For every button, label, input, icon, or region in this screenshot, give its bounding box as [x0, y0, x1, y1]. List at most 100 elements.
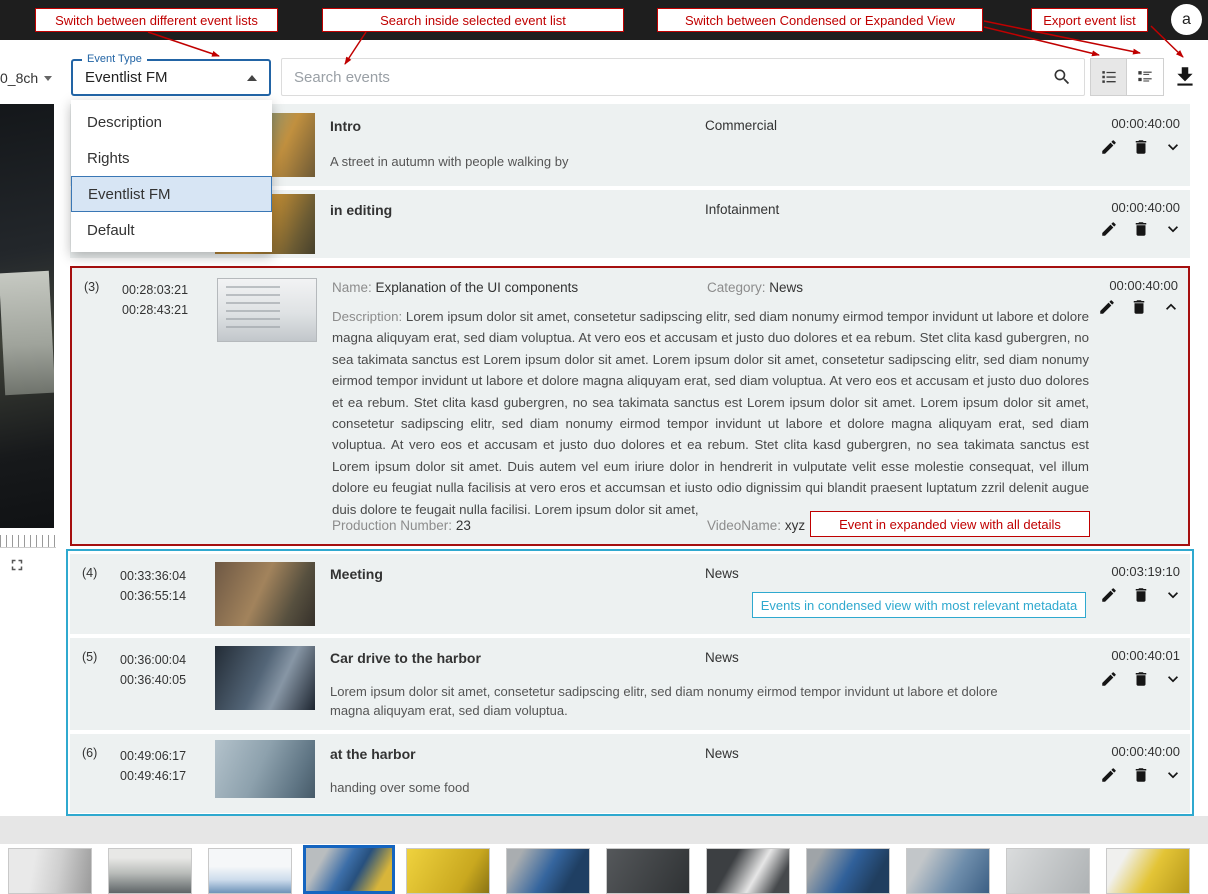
event-duration: 00:00:40:00: [1111, 200, 1180, 215]
video-name-label: VideoName:: [707, 518, 781, 533]
edit-event-button[interactable]: [1098, 668, 1120, 690]
event-timecodes: 00:33:36:04 00:36:55:14: [120, 566, 186, 606]
delete-event-button[interactable]: [1130, 764, 1152, 786]
annotation-condensed-view: Events in condensed view with most relev…: [752, 592, 1086, 618]
edit-event-button[interactable]: [1098, 136, 1120, 158]
event-title: Intro: [330, 118, 361, 134]
event-thumbnail: [215, 646, 315, 710]
timecode-in: 00:28:03:21: [122, 280, 188, 300]
delete-event-button[interactable]: [1130, 668, 1152, 690]
edit-event-button[interactable]: [1098, 584, 1120, 606]
user-avatar[interactable]: a: [1171, 4, 1202, 35]
timecode-in: 00:36:00:04: [120, 650, 186, 670]
filmstrip-thumbnail[interactable]: [1006, 848, 1090, 894]
expand-event-button[interactable]: [1162, 218, 1184, 240]
search-input[interactable]: [294, 60, 1034, 94]
chevron-down-icon: [1163, 219, 1183, 239]
filmstrip-thumbnail[interactable]: [406, 848, 490, 894]
event-type-value: Eventlist FM: [85, 69, 247, 86]
event-category: News: [705, 566, 739, 581]
expand-event-button[interactable]: [1162, 668, 1184, 690]
event-row-expanded[interactable]: (3) 00:28:03:21 00:28:43:21 Name: Explan…: [70, 266, 1190, 546]
list-view-icon: [1099, 67, 1119, 87]
fullscreen-icon[interactable]: [8, 556, 26, 574]
annotation-expanded-view: Event in expanded view with all details: [810, 511, 1090, 537]
event-index: (6): [82, 746, 97, 760]
chevron-down-icon: [1163, 669, 1183, 689]
video-name-line: VideoName: xyz: [707, 518, 805, 533]
event-duration: 00:00:40:00: [1109, 278, 1178, 293]
filmstrip-thumbnail[interactable]: [806, 848, 890, 894]
event-timecodes: 00:28:03:21 00:28:43:21: [122, 280, 188, 320]
event-row[interactable]: (5) 00:36:00:04 00:36:40:05 Car drive to…: [70, 638, 1190, 730]
collapse-event-button[interactable]: [1160, 296, 1182, 318]
expand-event-button[interactable]: [1162, 584, 1184, 606]
chevron-down-icon: [1163, 765, 1183, 785]
delete-event-button[interactable]: [1130, 584, 1152, 606]
event-title: at the harbor: [330, 746, 416, 762]
production-number-line: Production Number: 23: [332, 518, 471, 533]
event-description-block: Description: Lorem ipsum dolor sit amet,…: [332, 306, 1089, 520]
event-timecodes: 00:36:00:04 00:36:40:05: [120, 650, 186, 690]
filmstrip-thumbnail[interactable]: [606, 848, 690, 894]
event-type-dropdown: Description Rights Eventlist FM Default: [71, 100, 272, 252]
detail-view-icon: [1135, 67, 1155, 87]
event-row[interactable]: (6) 00:49:06:17 00:49:46:17 at the harbo…: [70, 734, 1190, 813]
timecode-out: 00:49:46:17: [120, 766, 186, 786]
event-duration: 00:03:19:10: [1111, 564, 1180, 579]
timecode-in: 00:49:06:17: [120, 746, 186, 766]
view-toggle-group: [1090, 58, 1164, 96]
edit-event-button[interactable]: [1096, 296, 1118, 318]
filmstrip-thumbnail[interactable]: [208, 848, 292, 894]
event-timecodes: 00:49:06:17 00:49:46:17: [120, 746, 186, 786]
event-row[interactable]: (4) 00:33:36:04 00:36:55:14 Meeting News…: [70, 554, 1190, 634]
chevron-down-icon: [44, 76, 52, 81]
filmstrip-thumbnail[interactable]: [1106, 848, 1190, 894]
search-icon[interactable]: [1052, 67, 1072, 87]
export-event-list-button[interactable]: [1172, 64, 1198, 90]
video-name-value: xyz: [785, 518, 805, 533]
filmstrip-thumbnail[interactable]: [8, 848, 92, 894]
filmstrip-thumbnail[interactable]: [706, 848, 790, 894]
download-icon: [1172, 64, 1198, 90]
event-index: (4): [82, 566, 97, 580]
filmstrip-thumbnail[interactable]: [108, 848, 192, 894]
annotation-switch-event-lists: Switch between different event lists: [35, 8, 278, 32]
dropdown-option-description[interactable]: Description: [71, 104, 272, 140]
filmstrip-thumbnail-selected[interactable]: [303, 845, 395, 894]
dropdown-option-default[interactable]: Default: [71, 212, 272, 248]
edit-event-button[interactable]: [1098, 218, 1120, 240]
edit-event-button[interactable]: [1098, 764, 1120, 786]
event-name: Explanation of the UI components: [376, 280, 579, 295]
annotation-view-toggle: Switch between Condensed or Expanded Vie…: [657, 8, 983, 32]
clip-selector[interactable]: 0_8ch: [0, 66, 64, 90]
app-window: Switch between different event lists Sea…: [0, 0, 1208, 894]
expand-event-button[interactable]: [1162, 764, 1184, 786]
timecode-out: 00:36:40:05: [120, 670, 186, 690]
production-number-label: Production Number:: [332, 518, 452, 533]
filmstrip-thumbnail[interactable]: [906, 848, 990, 894]
annotation-topbar: Switch between different event lists Sea…: [0, 0, 1208, 40]
event-category: Infotainment: [705, 202, 779, 217]
delete-event-button[interactable]: [1130, 136, 1152, 158]
video-preview: [0, 104, 54, 528]
event-description: handing over some food: [330, 778, 469, 797]
event-category: News: [705, 746, 739, 761]
event-duration: 00:00:40:01: [1111, 648, 1180, 663]
timecode-out: 00:28:43:21: [122, 300, 188, 320]
filmstrip-thumbnail[interactable]: [506, 848, 590, 894]
expand-event-button[interactable]: [1162, 136, 1184, 158]
dropdown-option-rights[interactable]: Rights: [71, 140, 272, 176]
expanded-view-button[interactable]: [1127, 58, 1164, 96]
event-index: (5): [82, 650, 97, 664]
condensed-view-button[interactable]: [1090, 58, 1127, 96]
chevron-down-icon: [1163, 137, 1183, 157]
event-description: Lorem ipsum dolor sit amet, consetetur s…: [330, 682, 1035, 720]
delete-event-button[interactable]: [1128, 296, 1150, 318]
delete-event-button[interactable]: [1130, 218, 1152, 240]
event-index: (3): [84, 280, 99, 294]
event-title: in editing: [330, 202, 392, 218]
timecode-out: 00:36:55:14: [120, 586, 186, 606]
description-label: Description:: [332, 309, 402, 324]
dropdown-option-eventlist-fm[interactable]: Eventlist FM: [71, 176, 272, 212]
